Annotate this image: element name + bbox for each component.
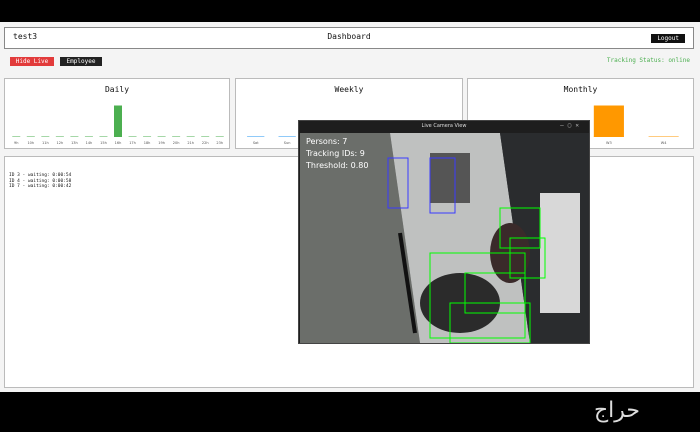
bottom-bar: حراج	[0, 392, 700, 432]
tick-label: Sat	[253, 141, 259, 145]
tick-label: 11h	[42, 141, 49, 145]
bar-baseline	[593, 136, 624, 137]
persons-count: Persons: 7	[306, 137, 348, 146]
weekly-chart-title: Weekly	[334, 85, 364, 94]
log-entry: ID 3 - waiting: 0:00:54	[9, 173, 72, 178]
tick-label: 23h	[216, 141, 223, 145]
window-controls[interactable]: ‒▢✕	[560, 122, 583, 129]
daily-chart-title: Daily	[104, 85, 130, 94]
camera-feed: Persons: 7 Tracking IDs: 9 Threshold: 0.…	[300, 133, 589, 343]
bar-baseline	[26, 136, 35, 137]
tick-label: 17h	[129, 141, 136, 145]
bar	[593, 105, 624, 137]
camera-window[interactable]: Live Camera View ‒▢✕ Persons: 7 Tracking…	[298, 120, 590, 344]
log-entry: ID 7 - waiting: 0:00:42	[9, 184, 72, 189]
bar-baseline	[143, 136, 152, 137]
hide-live-button[interactable]: Hide Live	[10, 57, 54, 66]
bar	[114, 105, 122, 137]
daily-chart-card: Daily 9h 10h 11h 12h 13h 14h 15h 16h 17h 18h 19h 20…	[4, 78, 230, 149]
tracking-status: Tracking Status: online	[606, 57, 690, 64]
tick-label: W4	[661, 141, 667, 145]
tick-label: 22h	[202, 141, 209, 145]
daily-chart: 9h 10h 11h 12h 13h 14h 15h 16h 17h 18h 19h 20h 21h 22…	[12, 105, 224, 145]
log-list: ID 3 - waiting: 0:00:54 ID 4 - waiting: …	[9, 173, 71, 190]
tick-label: 18h	[144, 141, 151, 145]
tick-label: 19h	[158, 141, 165, 145]
bar-baseline	[201, 136, 210, 137]
bar-baseline	[648, 136, 679, 137]
bar-baseline	[215, 136, 224, 137]
bar-baseline	[186, 136, 195, 137]
tick-label: Sun	[284, 141, 291, 145]
tick-label: 13h	[71, 141, 78, 145]
bar-baseline	[128, 136, 137, 137]
monthly-chart-title: Monthly	[563, 85, 598, 94]
logout-button[interactable]: Logout	[651, 34, 685, 43]
tick-label: 9h	[14, 141, 18, 145]
tick-label: 12h	[57, 141, 64, 145]
tracking-ids: Tracking IDs: 9	[306, 149, 365, 158]
employee-button[interactable]: Employee	[60, 57, 102, 66]
tick-label: 15h	[100, 141, 107, 145]
bar-baseline	[99, 136, 108, 137]
bar-baseline	[12, 136, 21, 137]
header-bar: test3 Dashboard Logout	[4, 27, 694, 49]
bar-baseline	[278, 136, 296, 137]
tick-label: 16h	[115, 141, 122, 145]
threshold: Threshold: 0.80	[306, 161, 369, 170]
tick-label: 20h	[173, 141, 180, 145]
bar-baseline	[84, 136, 93, 137]
bar-baseline	[157, 136, 166, 137]
tick-label: 14h	[86, 141, 93, 145]
bar-baseline	[70, 136, 79, 137]
page-title: Dashboard	[327, 32, 371, 41]
bar-baseline	[172, 136, 181, 137]
camera-window-title: Live Camera View	[421, 123, 467, 129]
tick-label: W3	[606, 141, 612, 145]
bar-baseline	[247, 136, 265, 137]
bar-baseline	[41, 136, 50, 137]
tick-label: 10h	[27, 141, 34, 145]
bar-baseline	[55, 136, 64, 137]
tick-label: 21h	[187, 141, 194, 145]
bar-baseline	[114, 136, 122, 137]
watermark-logo: حراج	[593, 398, 640, 423]
